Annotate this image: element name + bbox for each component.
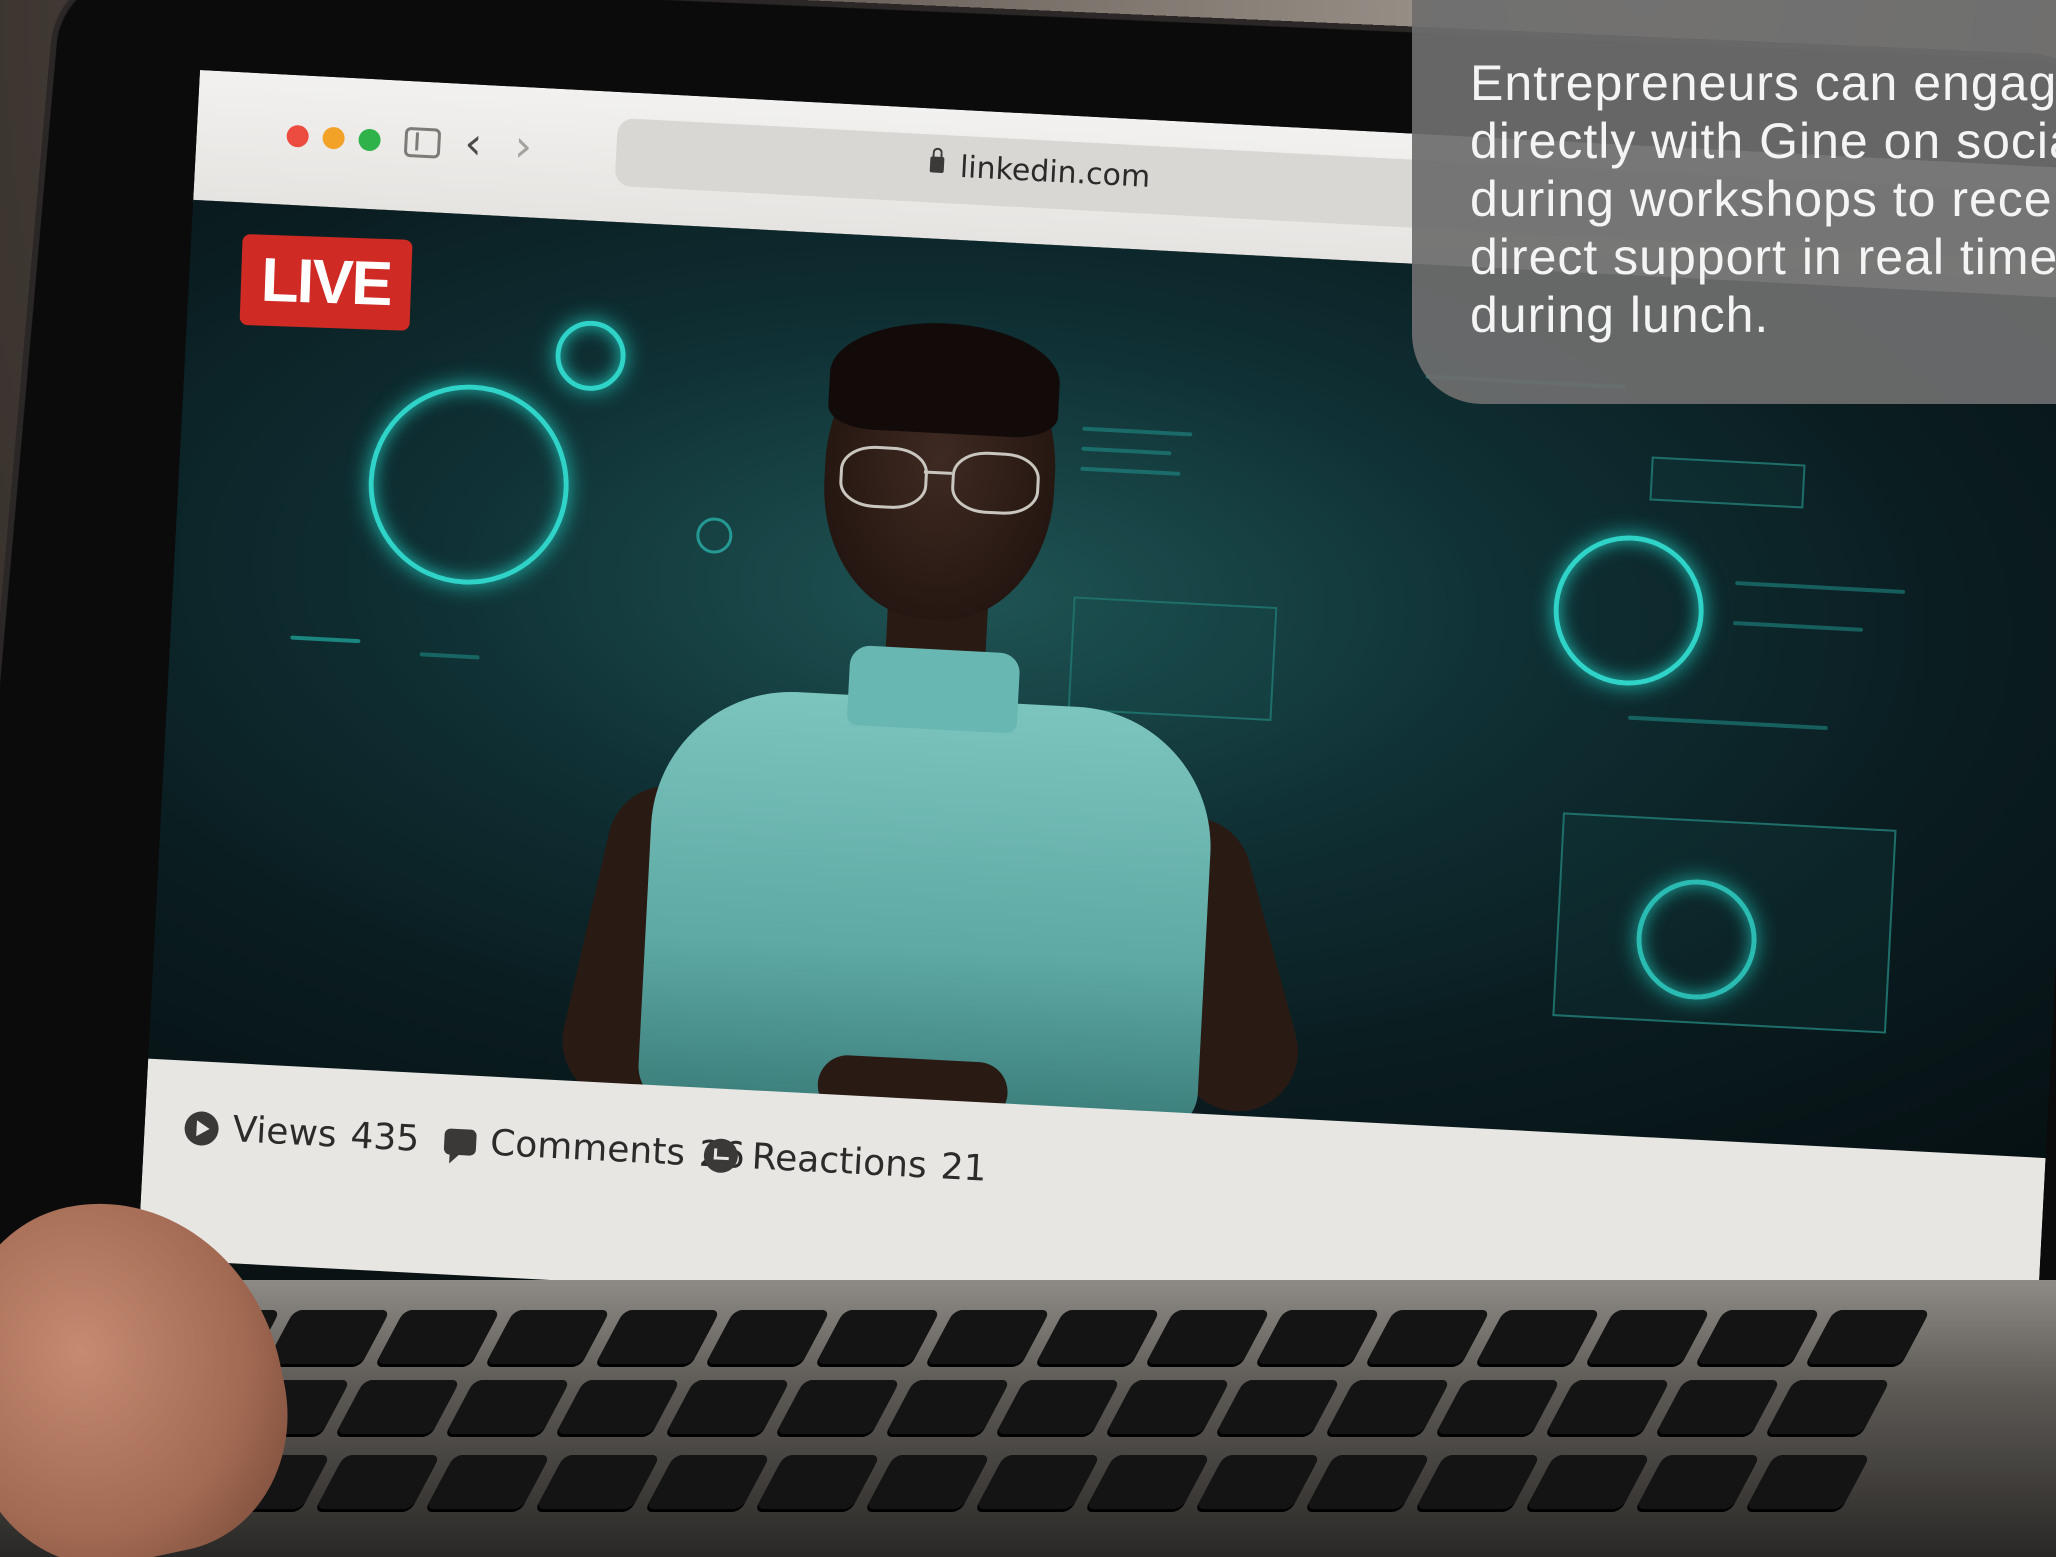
key[interactable] xyxy=(865,1455,991,1509)
key[interactable] xyxy=(1255,1310,1381,1364)
hud-panel xyxy=(1552,812,1897,1034)
maximize-window-button[interactable] xyxy=(358,128,382,152)
key-row xyxy=(0,1455,1871,1509)
glasses-bridge xyxy=(923,470,952,475)
glasses xyxy=(838,444,1042,517)
key[interactable] xyxy=(775,1380,901,1434)
key[interactable] xyxy=(445,1380,571,1434)
key[interactable] xyxy=(315,1455,441,1509)
keyboard xyxy=(0,1280,2056,1557)
key[interactable] xyxy=(1635,1455,1761,1509)
key[interactable] xyxy=(645,1455,771,1509)
hud-line xyxy=(1733,621,1864,632)
key[interactable] xyxy=(535,1455,661,1509)
key[interactable] xyxy=(1805,1310,1931,1364)
key[interactable] xyxy=(815,1310,941,1364)
key[interactable] xyxy=(595,1310,721,1364)
close-window-button[interactable] xyxy=(286,124,310,148)
key[interactable] xyxy=(925,1310,1051,1364)
sidebar-toggle-icon[interactable] xyxy=(403,126,442,159)
back-button[interactable]: ‹ xyxy=(463,118,483,170)
reactions-label: Reactions xyxy=(750,1136,928,1187)
key[interactable] xyxy=(1085,1455,1211,1509)
key[interactable] xyxy=(665,1380,791,1434)
caption-overlay: Entrepreneurs can engag directly with Gi… xyxy=(1412,0,2056,404)
key[interactable] xyxy=(885,1380,1011,1434)
key[interactable] xyxy=(1305,1455,1431,1509)
key[interactable] xyxy=(1475,1310,1601,1364)
key[interactable] xyxy=(425,1455,551,1509)
key[interactable] xyxy=(1695,1310,1821,1364)
key[interactable] xyxy=(705,1310,831,1364)
key[interactable] xyxy=(1215,1380,1341,1434)
url-text: linkedin.com xyxy=(959,149,1152,195)
reactions-stat[interactable]: Reactions 21 xyxy=(703,1134,988,1190)
key[interactable] xyxy=(1655,1380,1781,1434)
key[interactable] xyxy=(335,1380,461,1434)
key-row xyxy=(5,1380,1891,1434)
key[interactable] xyxy=(1585,1310,1711,1364)
key[interactable] xyxy=(1365,1310,1491,1364)
live-badge: LIVE xyxy=(239,233,413,331)
key[interactable] xyxy=(265,1310,391,1364)
key[interactable] xyxy=(1105,1380,1231,1434)
key[interactable] xyxy=(555,1380,681,1434)
reactions-count: 21 xyxy=(939,1146,988,1190)
lock-icon xyxy=(929,156,945,174)
key[interactable] xyxy=(1325,1380,1451,1434)
hud-line xyxy=(1735,581,1906,594)
views-stat: Views 435 xyxy=(183,1107,421,1160)
hud-line xyxy=(290,635,361,644)
presenter-hair xyxy=(827,317,1063,440)
caption-text: Entrepreneurs can engag directly with Gi… xyxy=(1470,55,2056,343)
key[interactable] xyxy=(1035,1310,1161,1364)
hud-ring xyxy=(1549,531,1708,690)
comments-label: Comments xyxy=(489,1122,687,1174)
hud-line xyxy=(1627,715,1828,731)
reaction-icon xyxy=(703,1137,739,1174)
key[interactable] xyxy=(1745,1455,1871,1509)
forward-button[interactable]: › xyxy=(513,121,533,173)
views-label: Views xyxy=(231,1109,338,1156)
key[interactable] xyxy=(1145,1310,1271,1364)
key[interactable] xyxy=(1195,1455,1321,1509)
comment-icon xyxy=(443,1127,477,1156)
glasses-lens xyxy=(838,444,930,511)
comments-stat[interactable]: Comments 26 xyxy=(443,1120,746,1177)
key[interactable] xyxy=(1415,1455,1541,1509)
glasses-lens xyxy=(949,449,1042,517)
hud-pie-chart xyxy=(363,379,574,590)
hud-line xyxy=(419,652,480,660)
key[interactable] xyxy=(1545,1380,1671,1434)
key[interactable] xyxy=(485,1310,611,1364)
play-icon xyxy=(183,1110,220,1146)
key[interactable] xyxy=(375,1310,501,1364)
views-count: 435 xyxy=(349,1115,421,1160)
key-row xyxy=(45,1310,1931,1364)
hud-panel xyxy=(1649,456,1806,509)
key[interactable] xyxy=(975,1455,1101,1509)
key[interactable] xyxy=(755,1455,881,1509)
key[interactable] xyxy=(1435,1380,1561,1434)
presenter-collar xyxy=(846,644,1021,734)
key[interactable] xyxy=(1765,1380,1891,1434)
minimize-window-button[interactable] xyxy=(322,126,346,150)
key[interactable] xyxy=(995,1380,1121,1434)
key[interactable] xyxy=(1525,1455,1651,1509)
presenter xyxy=(550,312,1327,1139)
